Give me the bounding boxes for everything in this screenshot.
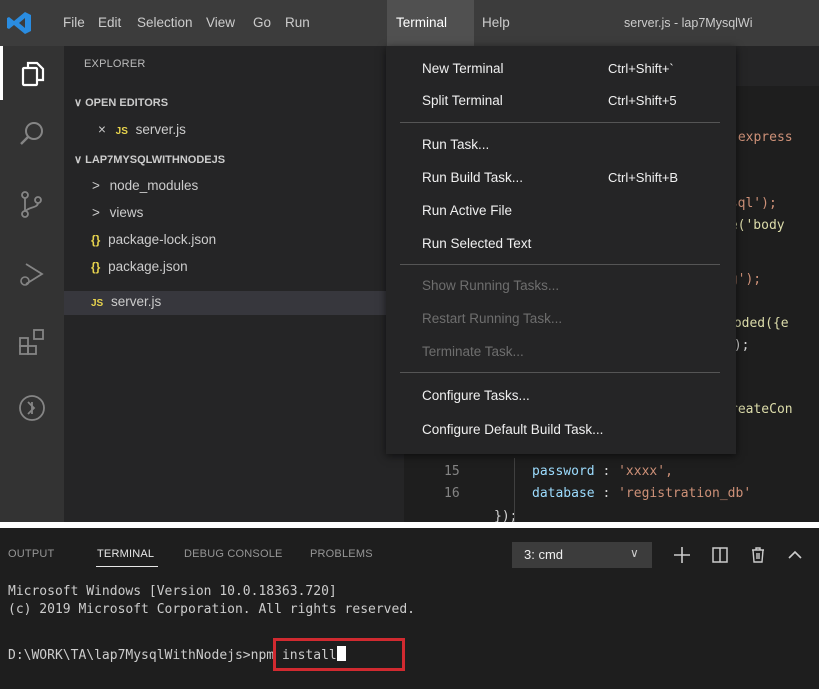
chevron-down-icon: ∨ — [74, 97, 83, 109]
split-terminal-icon[interactable] — [710, 545, 730, 565]
terminal-select-value: 3: cmd — [524, 547, 564, 562]
chevron-down-icon: ∨ — [74, 154, 83, 166]
tab-debug-console[interactable]: DEBUG CONSOLE — [184, 548, 283, 560]
menu-separator — [400, 264, 720, 265]
menu-go[interactable]: Go — [247, 0, 277, 46]
code-line: database : 'registration_db' — [532, 486, 752, 501]
terminal-output-line: (c) 2019 Microsoft Corporation. All righ… — [8, 602, 415, 617]
js-file-icon: JS — [91, 298, 104, 309]
source-control-icon[interactable] — [16, 188, 48, 220]
menu-item-run-active-file[interactable]: Run Active File — [422, 203, 512, 218]
project-folder-label: LAP7MYSQLWITHNODEJS — [85, 154, 226, 166]
menu-separator — [400, 122, 720, 123]
extensions-icon[interactable] — [16, 326, 48, 358]
vscode-window: File Edit Selection View Go Run Terminal… — [0, 0, 819, 522]
open-editor-label: server.js — [135, 122, 186, 137]
tab-terminal[interactable]: TERMINAL — [97, 548, 154, 560]
explorer-title: EXPLORER — [84, 58, 146, 70]
indent-guide — [514, 458, 515, 522]
project-folder-section[interactable]: ∨ LAP7MYSQLWITHNODEJS — [74, 153, 225, 166]
js-file-icon: JS — [115, 126, 128, 137]
menu-separator — [400, 372, 720, 373]
chevron-right-icon: > — [92, 178, 100, 193]
tree-item-label: server.js — [111, 294, 162, 309]
search-icon[interactable] — [16, 118, 48, 150]
json-file-icon: {} — [91, 233, 101, 247]
kill-terminal-icon[interactable] — [748, 545, 768, 565]
terminal-menu-dropdown: New Terminal Ctrl+Shift+` Split Terminal… — [386, 46, 736, 454]
code-fragment: 'express — [730, 130, 793, 145]
terminal-select[interactable]: 3: cmd ∨ — [512, 542, 652, 568]
tree-item-views[interactable]: > views — [92, 205, 143, 220]
menu-item-restart-running-task: Restart Running Task... — [422, 311, 563, 326]
open-editors-section[interactable]: ∨ OPEN EDITORS — [74, 96, 168, 109]
line-number: 16 — [444, 486, 460, 501]
tree-item-package-lock[interactable]: {} package-lock.json — [91, 232, 216, 247]
active-tab-indicator — [96, 566, 158, 567]
tree-item-server-js[interactable]: JS server.js — [91, 294, 161, 309]
code-line: password : 'xxxx', — [532, 464, 673, 479]
open-editor-item[interactable]: × JS server.js — [98, 122, 186, 137]
bottom-panel: OUTPUT TERMINAL DEBUG CONSOLE PROBLEMS 3… — [0, 528, 819, 689]
vscode-logo-icon — [7, 12, 31, 34]
menu-item-configure-default-build-task[interactable]: Configure Default Build Task... — [422, 422, 603, 437]
json-file-icon: {} — [91, 260, 101, 274]
menu-file[interactable]: File — [57, 0, 91, 46]
chevron-down-icon: ∨ — [630, 546, 639, 560]
menu-item-new-terminal[interactable]: New Terminal — [422, 61, 504, 76]
menu-selection[interactable]: Selection — [131, 0, 199, 46]
new-terminal-icon[interactable] — [672, 545, 692, 565]
tree-item-node-modules[interactable]: > node_modules — [92, 178, 198, 193]
terminal-output-line: Microsoft Windows [Version 10.0.18363.72… — [8, 584, 337, 599]
shortcut-new-terminal: Ctrl+Shift+` — [608, 61, 674, 76]
menu-item-split-terminal[interactable]: Split Terminal — [422, 93, 503, 108]
shortcut-split-terminal: Ctrl+Shift+5 — [608, 93, 677, 108]
tree-item-label: package.json — [108, 259, 188, 274]
menu-item-terminate-task: Terminate Task... — [422, 344, 524, 359]
menu-terminal[interactable]: Terminal — [387, 0, 474, 46]
run-debug-icon[interactable] — [16, 258, 48, 290]
title-bar: File Edit Selection View Go Run Terminal… — [0, 0, 819, 46]
command-highlight-box — [273, 638, 405, 671]
activity-active-indicator — [0, 46, 3, 100]
chevron-right-icon: > — [92, 205, 100, 220]
window-title: server.js - lap7MysqlWi — [624, 16, 753, 30]
menu-item-show-running-tasks: Show Running Tasks... — [422, 278, 560, 293]
tree-item-package-json[interactable]: {} package.json — [91, 259, 188, 274]
menu-run[interactable]: Run — [279, 0, 316, 46]
menu-edit[interactable]: Edit — [92, 0, 127, 46]
tree-item-label: views — [109, 205, 144, 220]
tab-problems[interactable]: PROBLEMS — [310, 548, 373, 560]
menu-help[interactable]: Help — [476, 0, 516, 46]
explorer-sidebar: EXPLORER ∨ OPEN EDITORS × JS server.js ∨… — [64, 46, 404, 522]
explorer-icon[interactable] — [16, 58, 48, 90]
maximize-panel-icon[interactable] — [785, 545, 805, 565]
menu-item-configure-tasks[interactable]: Configure Tasks... — [422, 388, 530, 403]
tree-item-label: package-lock.json — [108, 232, 217, 247]
remote-icon[interactable] — [16, 392, 48, 424]
menu-item-run-build-task[interactable]: Run Build Task... — [422, 170, 523, 185]
menu-item-run-task[interactable]: Run Task... — [422, 137, 489, 152]
tree-item-label: node_modules — [109, 178, 199, 193]
terminal-prompt: D:\WORK\TA\lap7MysqlWithNodejs> — [8, 648, 251, 663]
line-number: 15 — [444, 464, 460, 479]
shortcut-run-build-task: Ctrl+Shift+B — [608, 170, 679, 185]
open-editors-label: OPEN EDITORS — [85, 97, 169, 109]
menu-item-run-selected-text[interactable]: Run Selected Text — [422, 236, 531, 251]
menu-view[interactable]: View — [200, 0, 241, 46]
tab-output[interactable]: OUTPUT — [8, 548, 54, 560]
code-fragment: reateCon — [730, 402, 793, 417]
close-icon[interactable]: × — [98, 122, 106, 137]
